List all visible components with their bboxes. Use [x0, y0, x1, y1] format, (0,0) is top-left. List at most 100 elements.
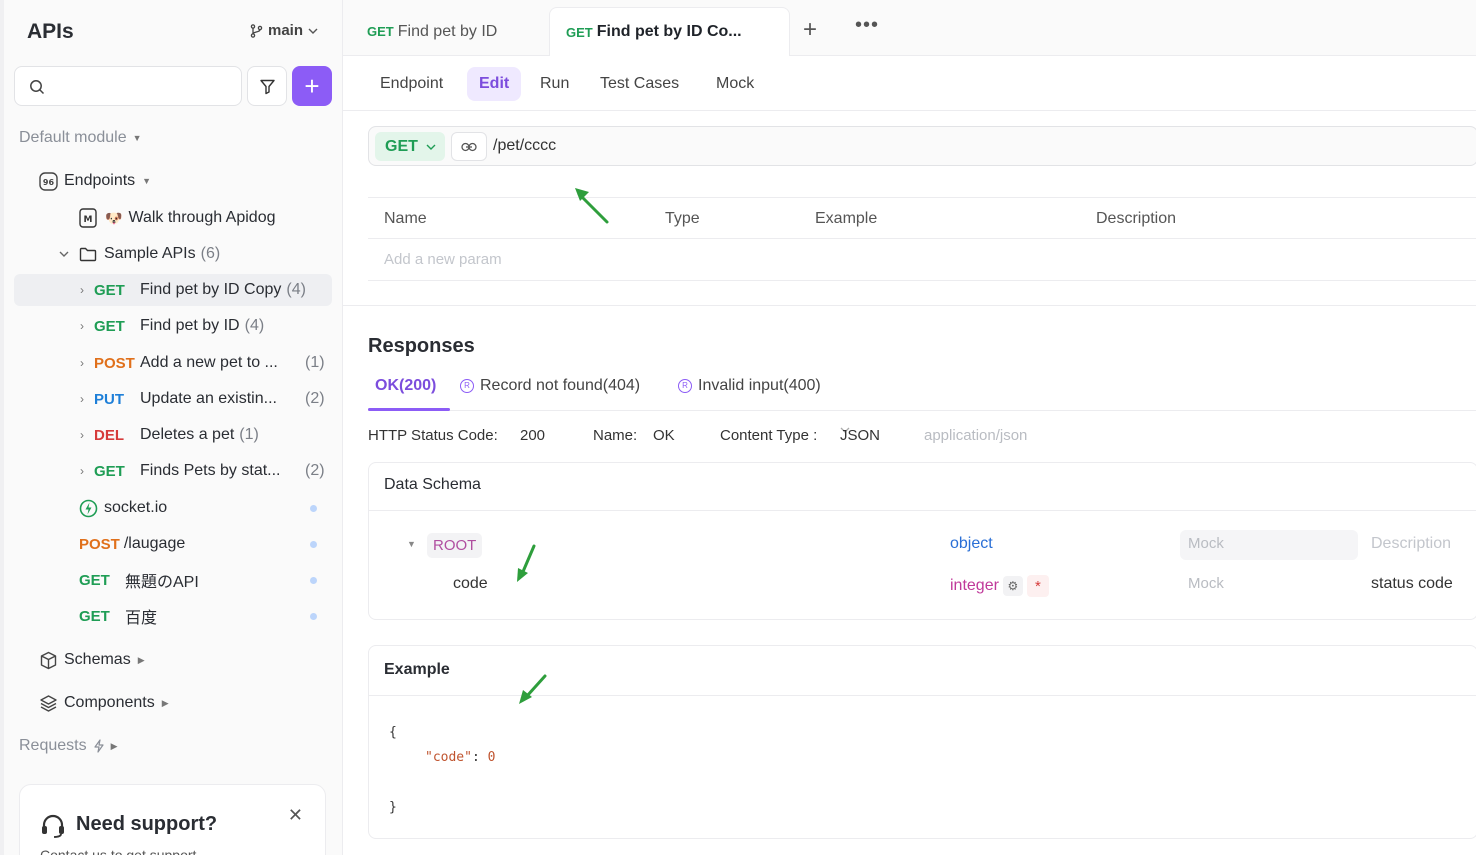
subtab-mock[interactable]: Mock: [704, 67, 766, 101]
name-value[interactable]: OK: [653, 427, 675, 444]
chevron-down-icon: [426, 144, 436, 150]
plus-icon: +: [803, 16, 818, 43]
col-description: Description: [1096, 210, 1177, 227]
walkthrough-label: Walk through Apidog: [128, 209, 276, 226]
method-badge: GET: [94, 317, 125, 335]
sidebar-folder-sample-apis[interactable]: Sample APIs (6): [58, 238, 220, 270]
status-dot: [310, 505, 317, 512]
sidebar-extra-0[interactable]: POST /laugage: [79, 528, 343, 560]
filter-icon: [259, 79, 275, 94]
sidebar-item-requests[interactable]: Requests ▶: [19, 737, 118, 755]
sidebar-endpoint-1[interactable]: › GET Find pet by ID (4): [80, 310, 332, 342]
method-badge: PUT: [94, 390, 124, 408]
sidebar-item-schemas[interactable]: Schemas ▶: [39, 644, 145, 676]
endpoint-count: (1): [239, 426, 259, 443]
sidebar-endpoint-2[interactable]: › POST Add a new pet to ... (1): [80, 347, 332, 379]
chevron-right-icon: ›: [80, 319, 84, 333]
more-icon[interactable]: •••: [855, 14, 879, 37]
link-button[interactable]: [451, 132, 487, 161]
mock-input[interactable]: Mock: [1180, 530, 1358, 560]
link-icon: [461, 142, 477, 151]
plus-icon: +: [304, 71, 320, 101]
search-icon: [30, 80, 45, 95]
sidebar-item-socketio[interactable]: socket.io: [79, 492, 343, 524]
section-divider: [343, 305, 1476, 306]
sidebar-extra-2[interactable]: GET 百度: [79, 600, 343, 632]
add-button[interactable]: +: [292, 66, 332, 106]
description-input[interactable]: status code: [1371, 575, 1453, 593]
schema-type[interactable]: integer: [950, 577, 999, 594]
folder-count: (6): [200, 245, 221, 262]
endpoint-label: 百度: [125, 610, 158, 627]
default-module[interactable]: Default module ▼: [19, 129, 142, 147]
response-tab-label: Invalid input(400): [698, 377, 821, 394]
subtab-edit[interactable]: Edit: [467, 67, 522, 101]
endpoint-label: Add a new pet to ...: [140, 354, 278, 371]
content-type-select[interactable]: JSON: [840, 427, 880, 444]
svg-text:96: 96: [43, 178, 55, 187]
sidebar-item-walkthrough[interactable]: M 🐶 Walk through Apidog: [79, 202, 276, 234]
add-param-row[interactable]: Add a new param: [368, 239, 1476, 281]
endpoint-label: /laugage: [123, 535, 186, 552]
tab-find-pet-by-id[interactable]: GET Find pet by ID: [351, 7, 549, 56]
caret-right-icon: ▶: [110, 740, 118, 751]
required-badge[interactable]: *: [1026, 575, 1049, 597]
ref-icon: R: [460, 379, 474, 393]
sidebar-endpoint-4[interactable]: › DEL Deletes a pet (1): [80, 419, 332, 451]
filter-button[interactable]: [247, 66, 287, 106]
field-name[interactable]: code: [453, 575, 488, 593]
sidebar-endpoint-0[interactable]: › GET Find pet by ID Copy (4): [14, 274, 332, 306]
mock-input[interactable]: Mock: [1180, 570, 1358, 600]
description-input[interactable]: Description: [1371, 535, 1451, 553]
response-tab-200[interactable]: OK(200): [375, 377, 436, 395]
tab-method: GET: [566, 24, 593, 40]
subtab-run[interactable]: Run: [528, 67, 581, 101]
sidebar-extra-1[interactable]: GET 無題のAPI: [79, 564, 343, 596]
active-tab-indicator: [368, 408, 450, 411]
params-table: Name Type Example Description Add a new …: [368, 197, 1476, 281]
params-header: Name Type Example Description: [368, 197, 1476, 239]
search-field[interactable]: [14, 66, 242, 106]
support-title: Need support?: [76, 813, 218, 835]
response-tab-label: OK(200): [375, 377, 437, 394]
subtab-test-cases[interactable]: Test Cases: [588, 67, 691, 101]
endpoint-subtabs: Endpoint Edit Run Test Cases Mock: [343, 56, 1476, 111]
name-label: Name:: [593, 427, 638, 444]
chevron-right-icon: ›: [80, 356, 84, 370]
endpoints-label: Endpoints: [64, 172, 136, 189]
sidebar-item-endpoints[interactable]: 96 Endpoints ▼: [39, 165, 151, 197]
response-tab-404[interactable]: R Record not found(404): [460, 377, 640, 395]
method-badge: GET: [79, 571, 110, 589]
endpoint-count: (4): [244, 317, 265, 334]
close-icon[interactable]: ✕: [288, 805, 303, 826]
search-input[interactable]: [55, 75, 235, 99]
code-line: {: [389, 725, 397, 740]
example-code[interactable]: { "code": 0 }: [389, 720, 495, 820]
ref-icon: R: [678, 379, 692, 393]
subtab-endpoint[interactable]: Endpoint: [368, 67, 455, 101]
responses-title: Responses: [368, 335, 475, 357]
sidebar-endpoint-5[interactable]: › GET Finds Pets by stat... (2): [80, 455, 332, 487]
new-tab-button[interactable]: +: [803, 16, 817, 44]
caret-down-icon: ▼: [142, 176, 152, 186]
status-value[interactable]: 200: [520, 427, 545, 444]
endpoint-label: 無題のAPI: [125, 574, 199, 591]
response-tab-400[interactable]: R Invalid input(400): [678, 377, 821, 395]
support-card: Need support? Contact us to get support …: [19, 784, 326, 855]
settings-icon[interactable]: ⚙: [1002, 576, 1023, 596]
svg-text:M: M: [84, 215, 93, 225]
annotation-arrow-icon: [517, 544, 536, 582]
sidebar-endpoint-3[interactable]: › PUT Update an existin... (2): [80, 383, 332, 415]
sidebar-item-components[interactable]: Components ▶: [39, 687, 169, 719]
tab-label: Find pet by ID Co...: [596, 23, 742, 40]
tab-find-pet-by-id-copy[interactable]: GET Find pet by ID Co...: [549, 7, 790, 56]
path-input[interactable]: /pet/cccc: [493, 137, 556, 155]
caret-down-icon[interactable]: ▼: [407, 539, 416, 549]
code-line: }: [389, 800, 397, 815]
cube-icon: [40, 651, 57, 669]
schema-type[interactable]: object: [950, 535, 993, 553]
branch-selector[interactable]: main: [250, 22, 318, 39]
method-select[interactable]: GET: [375, 132, 445, 161]
response-tab-label: Record not found(404): [480, 377, 641, 394]
tab-label: Find pet by ID: [397, 22, 498, 40]
